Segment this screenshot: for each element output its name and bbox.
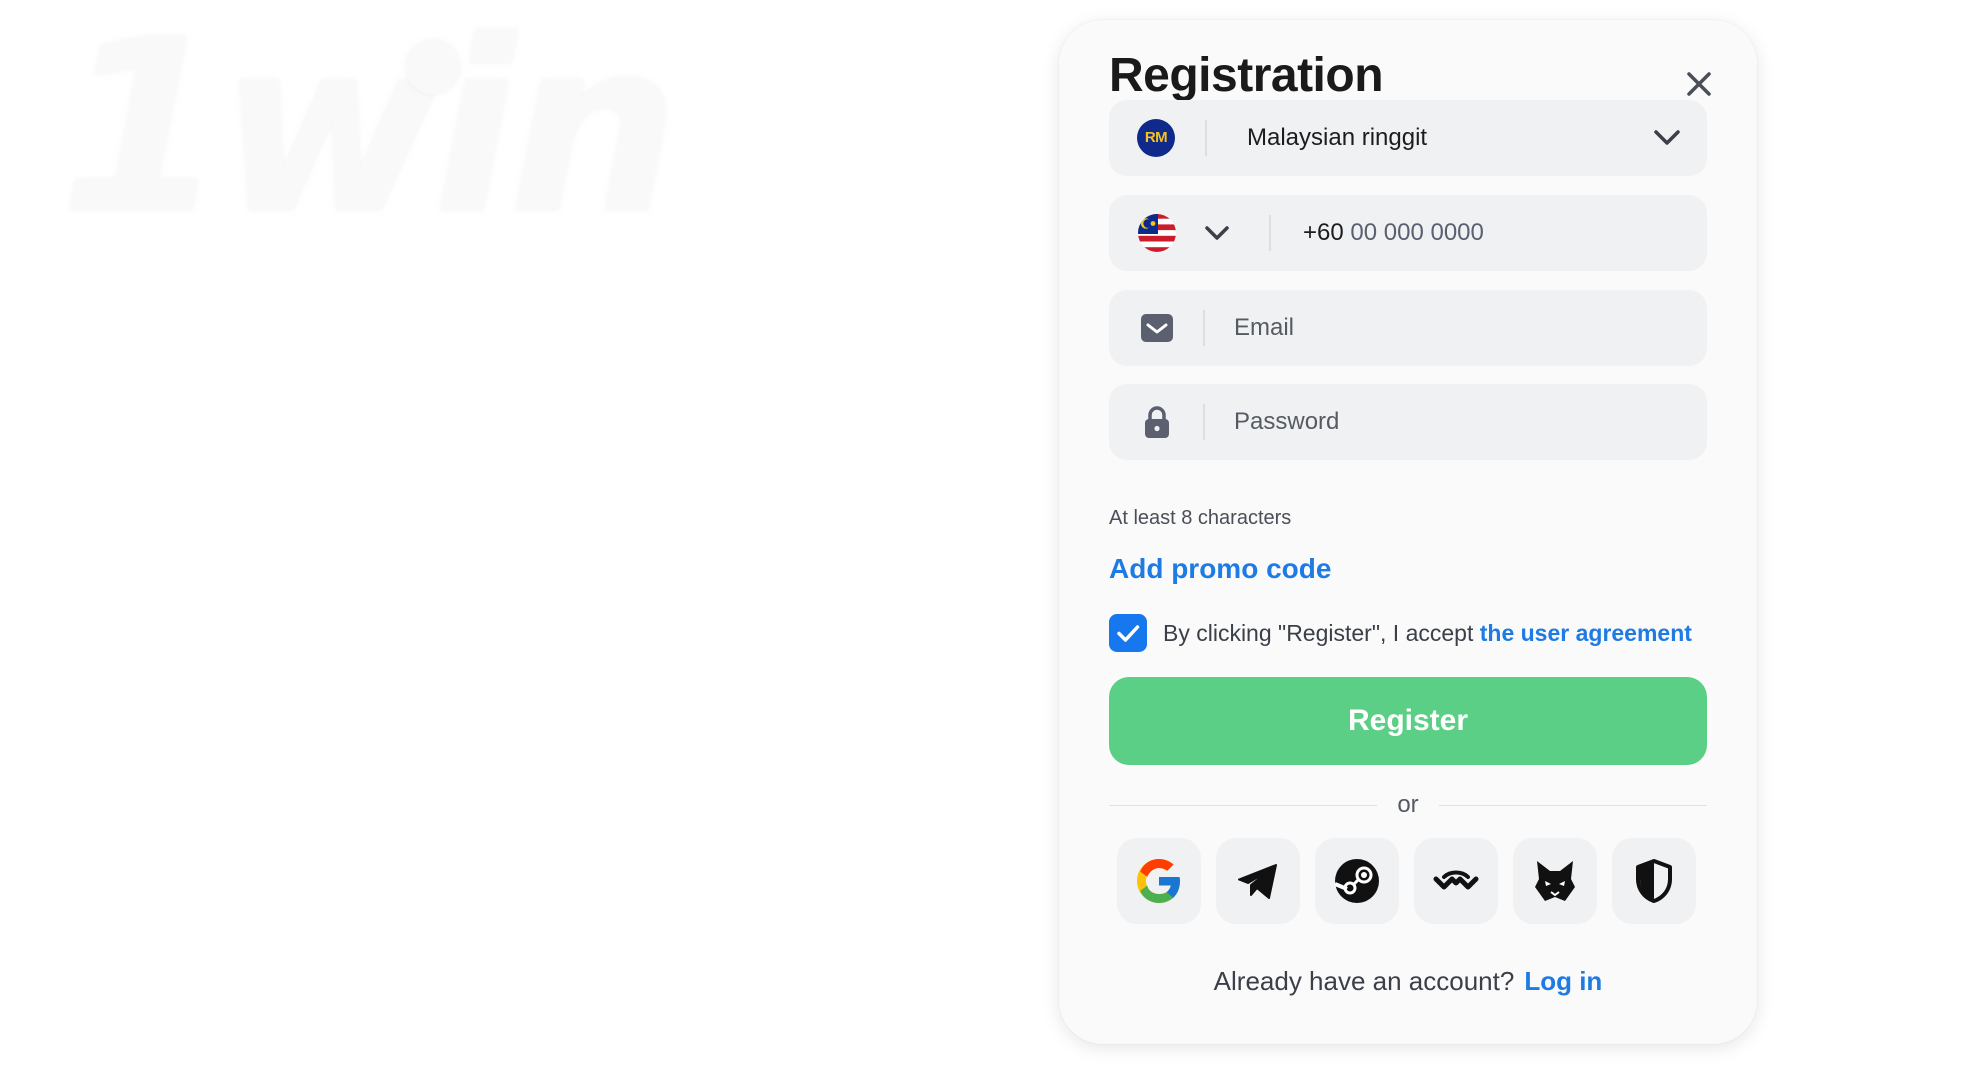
phone-placeholder: 00 000 0000 — [1350, 219, 1484, 246]
security-login-button[interactable] — [1612, 838, 1696, 924]
telegram-icon — [1238, 864, 1277, 899]
user-agreement-link[interactable]: the user agreement — [1480, 620, 1692, 646]
agreement-checkbox[interactable] — [1109, 614, 1147, 652]
checkmark-icon — [1117, 625, 1140, 642]
currency-select[interactable]: RM Malaysian ringgit — [1109, 100, 1707, 176]
malaysia-flag-icon — [1138, 214, 1176, 252]
page: 1win Registration RM Malaysian ringgit +… — [0, 0, 1980, 1080]
social-login-row — [1117, 838, 1699, 924]
agreement-text: By clicking "Register", I accept the use… — [1163, 620, 1692, 647]
metamask-fox-icon — [1535, 861, 1575, 901]
password-hint: At least 8 characters — [1109, 507, 1292, 529]
google-icon — [1137, 859, 1180, 903]
field-divider — [1205, 120, 1207, 156]
login-link[interactable]: Log in — [1524, 966, 1602, 996]
phone-country-code: +60 — [1303, 219, 1344, 246]
country-code-dropdown[interactable] — [1197, 213, 1237, 253]
phone-field: +60 00 000 0000 — [1109, 195, 1707, 271]
brand-logo-dot — [406, 40, 460, 94]
envelope-icon — [1141, 314, 1173, 342]
login-row: Already have an account? Log in — [1059, 966, 1757, 997]
password-field — [1109, 384, 1707, 460]
registration-modal: Registration RM Malaysian ringgit +60 00… — [1059, 20, 1757, 1044]
steam-login-button[interactable] — [1315, 838, 1399, 924]
ringgit-currency-icon: RM — [1137, 119, 1175, 157]
password-input[interactable] — [1234, 384, 1684, 460]
phone-input[interactable]: +60 00 000 0000 — [1303, 195, 1484, 271]
modal-title: Registration — [1109, 49, 1384, 102]
email-input[interactable] — [1234, 290, 1684, 366]
login-prompt: Already have an account? — [1213, 966, 1515, 996]
add-promo-code-link[interactable]: Add promo code — [1109, 553, 1331, 585]
field-divider — [1203, 310, 1205, 346]
shield-icon — [1636, 859, 1672, 903]
field-divider — [1203, 404, 1205, 440]
agreement-label: By clicking "Register", I accept — [1163, 620, 1480, 646]
metamask-login-button[interactable] — [1513, 838, 1597, 924]
agreement-row: By clicking "Register", I accept the use… — [1109, 612, 1729, 654]
or-label: or — [1397, 791, 1419, 818]
or-divider: or — [1109, 790, 1707, 820]
brand-logo: 1win — [60, 0, 678, 267]
email-field — [1109, 290, 1707, 366]
lock-icon — [1145, 406, 1169, 438]
field-divider — [1269, 215, 1271, 251]
telegram-login-button[interactable] — [1216, 838, 1300, 924]
walletconnect-login-button[interactable] — [1414, 838, 1498, 924]
google-login-button[interactable] — [1117, 838, 1201, 924]
walletconnect-icon — [1433, 870, 1479, 890]
chevron-down-icon — [1205, 226, 1229, 240]
currency-value: Malaysian ringgit — [1247, 124, 1428, 151]
register-button[interactable]: Register — [1109, 677, 1707, 765]
chevron-down-icon — [1654, 130, 1680, 145]
steam-icon — [1334, 859, 1379, 903]
